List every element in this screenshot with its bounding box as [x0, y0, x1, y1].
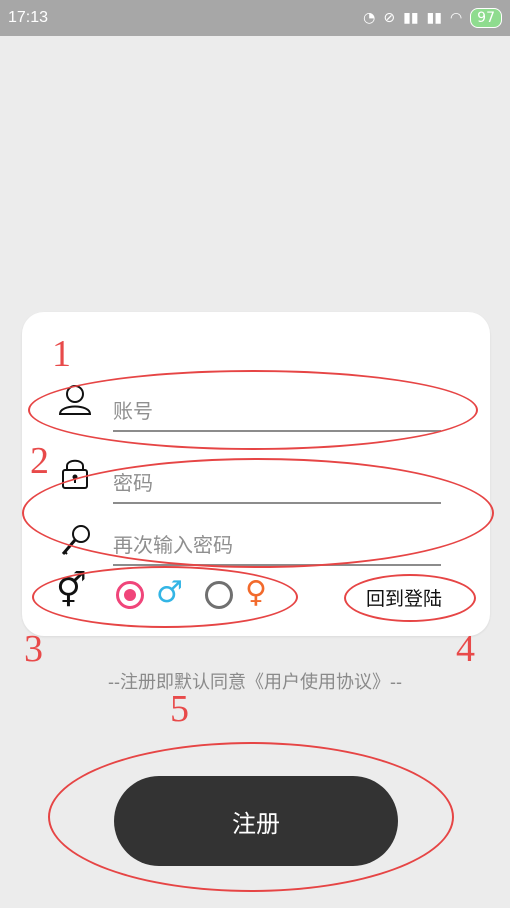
- status-icons: ◔ ⊘ ▮▮ ▮▮ ◠ 97: [363, 8, 502, 28]
- annotation-number: 4: [456, 628, 475, 670]
- battery-icon: 97: [470, 8, 502, 28]
- signal-icon: ▮▮: [403, 10, 419, 26]
- mute-icon: ⊘: [383, 10, 396, 26]
- annotation-ellipse: [22, 458, 494, 568]
- annotation-number: 3: [24, 628, 43, 670]
- status-time: 17:13: [8, 9, 49, 26]
- wifi-icon: ◠: [449, 10, 463, 26]
- status-bar: 17:13 ◔ ⊘ ▮▮ ▮▮ ◠ 97: [0, 0, 510, 36]
- annotation-number: 5: [170, 688, 189, 730]
- annotation-ellipse: [28, 370, 478, 450]
- headset-icon: ◔: [363, 10, 376, 26]
- annotation-ellipse: [32, 566, 298, 628]
- annotation-number: 1: [52, 333, 71, 375]
- agreement-text[interactable]: --注册即默认同意《用户使用协议》--: [0, 668, 510, 694]
- annotation-number: 2: [30, 440, 49, 482]
- signal-icon: ▮▮: [426, 10, 442, 26]
- annotation-ellipse: [344, 574, 476, 622]
- annotation-ellipse: [48, 742, 454, 892]
